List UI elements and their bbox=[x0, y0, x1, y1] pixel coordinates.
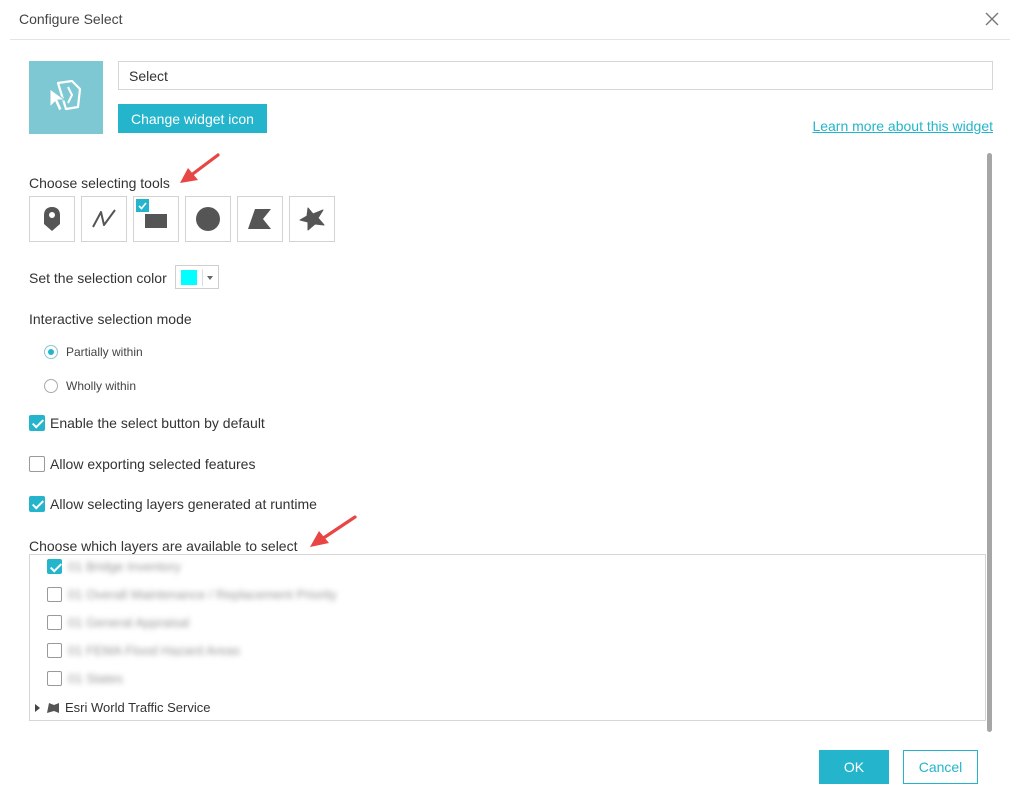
red-arrow-icon bbox=[180, 153, 220, 183]
allow-runtime-layers-option[interactable]: Allow selecting layers generated at runt… bbox=[29, 496, 317, 512]
widget-name-input[interactable] bbox=[118, 61, 993, 90]
checkbox[interactable] bbox=[29, 496, 45, 512]
learn-more-link[interactable]: Learn more about this widget bbox=[812, 118, 993, 134]
title-divider bbox=[10, 39, 1010, 40]
layers-label: Choose which layers are available to sel… bbox=[29, 538, 298, 554]
layer-group-name: Esri World Traffic Service bbox=[65, 700, 211, 715]
layer-item[interactable]: 01 Bridge Inventory bbox=[47, 559, 181, 574]
caret-down-icon bbox=[207, 276, 213, 280]
tools-label: Choose selecting tools bbox=[29, 175, 170, 191]
checkbox-label: Allow selecting layers generated at runt… bbox=[50, 496, 317, 512]
change-widget-icon-button[interactable]: Change widget icon bbox=[118, 104, 267, 133]
checkbox[interactable] bbox=[47, 615, 62, 630]
layer-item[interactable]: 01 Overall Maintenance / Replacement Pri… bbox=[47, 587, 337, 602]
checkbox[interactable] bbox=[29, 456, 45, 472]
freehand-polygon-tool-button[interactable] bbox=[289, 196, 335, 242]
cancel-button[interactable]: Cancel bbox=[903, 750, 978, 784]
circle-tool-icon bbox=[196, 207, 220, 231]
layer-name: 01 General Appraisal bbox=[68, 615, 190, 630]
scrollbar[interactable] bbox=[987, 153, 992, 732]
polyline-tool-icon bbox=[92, 209, 116, 228]
checkbox[interactable] bbox=[47, 559, 62, 574]
selection-color-picker[interactable] bbox=[175, 265, 219, 289]
layer-list: 01 Bridge Inventory 01 Overall Maintenan… bbox=[29, 554, 986, 721]
radio-partially-within[interactable]: Partially within bbox=[44, 345, 143, 359]
point-tool-button[interactable] bbox=[29, 196, 75, 242]
checkbox[interactable] bbox=[29, 415, 45, 431]
close-icon[interactable] bbox=[984, 11, 1000, 27]
layer-name: 01 States bbox=[68, 671, 123, 686]
rectangle-tool-icon bbox=[145, 214, 167, 228]
layer-name: 01 FEMA Flood Hazard Areas bbox=[68, 643, 240, 658]
tools-row bbox=[29, 196, 335, 242]
polygon-tool-button[interactable] bbox=[237, 196, 283, 242]
rectangle-tool-button[interactable] bbox=[133, 196, 179, 242]
enable-select-button-option[interactable]: Enable the select button by default bbox=[29, 415, 265, 431]
tool-selected-check-icon bbox=[136, 199, 149, 212]
radio-button[interactable] bbox=[44, 379, 58, 393]
circle-tool-button[interactable] bbox=[185, 196, 231, 242]
layer-name: 01 Bridge Inventory bbox=[68, 559, 181, 574]
select-widget-icon bbox=[29, 61, 103, 134]
red-arrow-icon bbox=[310, 515, 357, 547]
checkbox[interactable] bbox=[47, 643, 62, 658]
map-service-icon bbox=[47, 702, 59, 713]
checkbox-label: Allow exporting selected features bbox=[50, 456, 256, 472]
color-picker-divider bbox=[202, 269, 203, 286]
radio-label: Wholly within bbox=[66, 379, 137, 393]
selection-mode-label: Interactive selection mode bbox=[29, 311, 192, 327]
checkbox[interactable] bbox=[47, 671, 62, 686]
radio-button[interactable] bbox=[44, 345, 58, 359]
layer-name: 01 Overall Maintenance / Replacement Pri… bbox=[68, 587, 337, 602]
polyline-tool-button[interactable] bbox=[81, 196, 127, 242]
ok-button[interactable]: OK bbox=[819, 750, 889, 784]
freehand-polygon-tool-icon bbox=[299, 207, 325, 231]
dialog-title: Configure Select bbox=[19, 11, 123, 27]
checkbox-label: Enable the select button by default bbox=[50, 415, 265, 431]
layer-item[interactable]: 01 FEMA Flood Hazard Areas bbox=[47, 643, 240, 658]
expand-caret-icon[interactable] bbox=[35, 703, 40, 712]
selection-color-swatch bbox=[181, 270, 197, 285]
checkbox[interactable] bbox=[47, 587, 62, 602]
allow-exporting-option[interactable]: Allow exporting selected features bbox=[29, 456, 255, 472]
layer-item[interactable]: 01 General Appraisal bbox=[47, 615, 189, 630]
polygon-tool-icon bbox=[248, 209, 271, 229]
radio-label: Partially within bbox=[66, 345, 143, 359]
layer-item[interactable]: 01 States bbox=[47, 671, 123, 686]
radio-wholly-within[interactable]: Wholly within bbox=[44, 379, 136, 393]
point-tool-icon bbox=[44, 207, 60, 231]
layer-group-row[interactable]: Esri World Traffic Service bbox=[35, 700, 210, 715]
selection-color-label: Set the selection color bbox=[29, 270, 167, 286]
